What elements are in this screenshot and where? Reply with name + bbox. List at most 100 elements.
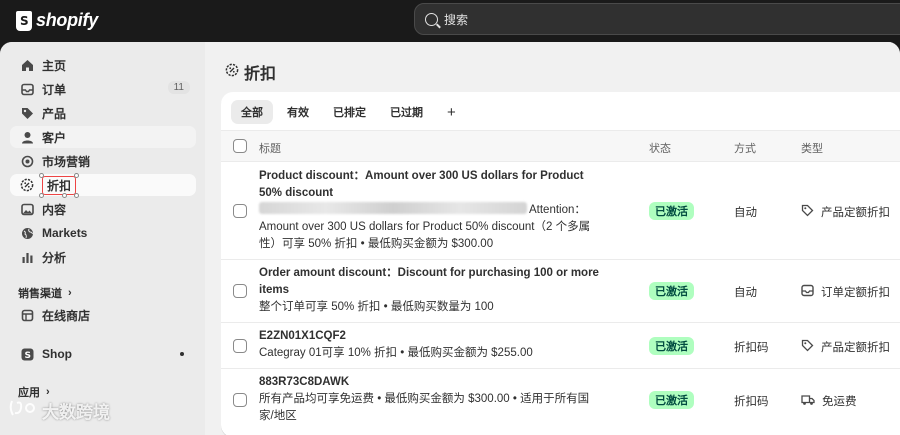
table-row[interactable]: 883R73C8DAWK 所有产品均可享免运费 • 最低购买金额为 $300.0… (221, 369, 900, 435)
discount-icon (20, 178, 34, 192)
redacted-text (259, 202, 527, 214)
main-content: 折扣 全部 有效 已排定 已过期 + 标题 状态 方式 类型 Product d… (205, 42, 900, 435)
sidebar-item-customers[interactable]: 客户 (10, 126, 196, 148)
sidebar-item-label: 内容 (42, 202, 67, 217)
sidebar-item-label: Markets (42, 226, 88, 240)
sidebar-item-label: Shop (42, 347, 72, 361)
discounts-card: 全部 有效 已排定 已过期 + 标题 状态 方式 类型 Product disc… (221, 92, 900, 435)
sidebar-item-discounts[interactable]: 折扣 (10, 172, 196, 198)
method-text: 自动 (734, 207, 757, 219)
type-cell: 产品定额折扣 (801, 339, 890, 355)
sidebar-item-marketing[interactable]: 市场营销 (10, 150, 196, 172)
discount-description: Attention：Amount over 300 US dollars for… (259, 202, 599, 253)
tab-active[interactable]: 有效 (277, 100, 319, 124)
sidebar-item-products[interactable]: 产品 (10, 102, 196, 124)
sidebar-item-analytics[interactable]: 分析 (10, 246, 196, 268)
type-text: 订单定额折扣 (821, 287, 890, 299)
image-icon (20, 202, 34, 216)
tab-scheduled[interactable]: 已排定 (323, 100, 376, 124)
home-icon (20, 58, 34, 72)
watermark-logo-icon (8, 399, 38, 422)
sales-channels-label: 销售渠道 (18, 288, 62, 300)
type-cell: 产品定额折扣 (801, 204, 890, 220)
sidebar-item-home[interactable]: 主页 (10, 54, 196, 76)
discount-title-cell: Product discount：Amount over 300 US doll… (259, 168, 599, 253)
tab-all[interactable]: 全部 (231, 100, 273, 124)
table-row[interactable]: Product discount：Amount over 300 US doll… (221, 162, 900, 260)
inbox-icon (20, 82, 34, 96)
discount-title: Order amount discount：Discount for purch… (259, 267, 599, 296)
app-shell: 主页 订单 11 产品 客户 市场营销 折扣 内容 Markets 分析 销售渠… (0, 42, 900, 435)
add-view-button[interactable]: + (437, 100, 466, 124)
orders-count-badge: 11 (167, 81, 190, 94)
inbox-icon (801, 284, 814, 300)
discount-title: E2ZN01X1CQF2 (259, 330, 346, 342)
row-checkbox[interactable] (233, 393, 247, 407)
status-badge: 已激活 (649, 391, 694, 409)
status-badge: 已激活 (649, 282, 694, 300)
sidebar: 主页 订单 11 产品 客户 市场营销 折扣 内容 Markets 分析 销售渠… (0, 42, 205, 435)
shopify-logo[interactable]: shopify (16, 10, 98, 31)
row-checkbox[interactable] (233, 204, 247, 218)
discount-description: 所有产品均可享免运费 • 最低购买金额为 $300.00 • 适用于所有国家/地… (259, 393, 590, 422)
type-cell: 订单定额折扣 (801, 284, 890, 300)
sidebar-item-label: 客户 (42, 130, 67, 145)
table-header: 标题 状态 方式 类型 (221, 130, 900, 162)
target-icon (20, 154, 34, 168)
store-icon (20, 308, 34, 322)
tab-expired[interactable]: 已过期 (380, 100, 433, 124)
row-checkbox[interactable] (233, 284, 247, 298)
chevron-right-icon: › (46, 386, 50, 398)
bar-chart-icon (20, 250, 34, 264)
truck-icon (801, 394, 815, 409)
brand-name: shopify (36, 10, 98, 30)
watermark: 大数跨境 (8, 398, 110, 423)
status-badge: 已激活 (649, 337, 694, 355)
person-icon (20, 130, 34, 144)
discount-title-cell: 883R73C8DAWK 所有产品均可享免运费 • 最低购买金额为 $300.0… (259, 374, 599, 425)
sidebar-item-markets[interactable]: Markets (10, 222, 196, 244)
shop-app-icon: S (20, 347, 34, 361)
discount-title-cell: E2ZN01X1CQF2 Categray 01可享 10% 折扣 • 最低购买… (259, 328, 599, 362)
method-text: 折扣码 (734, 396, 769, 408)
discount-title-cell: Order amount discount：Discount for purch… (259, 265, 599, 316)
shopify-bag-icon (16, 10, 32, 31)
header-type[interactable]: 类型 (801, 140, 823, 156)
sidebar-item-label: 市场营销 (42, 154, 91, 169)
header-status[interactable]: 状态 (649, 140, 671, 156)
sales-channels-header[interactable]: 销售渠道 › (18, 285, 72, 301)
header-title[interactable]: 标题 (259, 140, 281, 156)
tag-icon (801, 204, 814, 220)
sidebar-item-online-store[interactable]: 在线商店 (10, 304, 196, 326)
sidebar-item-shop[interactable]: S Shop (10, 343, 196, 365)
page-title: 折扣 (225, 60, 276, 84)
table-row[interactable]: E2ZN01X1CQF2 Categray 01可享 10% 折扣 • 最低购买… (221, 323, 900, 369)
shop-status-dot (180, 352, 184, 356)
filter-tabs: 全部 有效 已排定 已过期 + (231, 100, 466, 124)
sidebar-item-label: 在线商店 (42, 308, 91, 323)
discount-description: 整个订单可享 50% 折扣 • 最低购买数量为 100 (259, 301, 494, 313)
method-text: 折扣码 (734, 342, 769, 354)
top-bar: shopify 搜索 (0, 0, 900, 42)
header-method[interactable]: 方式 (734, 140, 756, 156)
sidebar-item-label: 分析 (42, 250, 67, 265)
page-title-text: 折扣 (244, 66, 277, 83)
table-row[interactable]: Order amount discount：Discount for purch… (221, 260, 900, 323)
status-badge: 已激活 (649, 202, 694, 220)
sidebar-item-label: 主页 (42, 58, 67, 73)
tag-icon (801, 339, 814, 355)
sidebar-item-label: 订单 (42, 82, 67, 97)
chevron-right-icon: › (68, 287, 72, 299)
row-checkbox[interactable] (233, 339, 247, 353)
plus-icon: + (447, 103, 456, 121)
type-cell: 免运费 (801, 393, 857, 409)
discount-title: Product discount：Amount over 300 US doll… (259, 170, 584, 199)
search-input[interactable]: 搜索 (414, 3, 900, 35)
sidebar-item-content[interactable]: 内容 (10, 198, 196, 220)
svg-text:S: S (24, 351, 30, 361)
select-all-checkbox[interactable] (233, 139, 247, 153)
sidebar-item-orders[interactable]: 订单 11 (10, 78, 196, 100)
discount-description: Categray 01可享 10% 折扣 • 最低购买金额为 $255.00 (259, 347, 533, 359)
sidebar-item-label: 产品 (42, 106, 67, 121)
watermark-text: 大数跨境 (42, 403, 110, 422)
